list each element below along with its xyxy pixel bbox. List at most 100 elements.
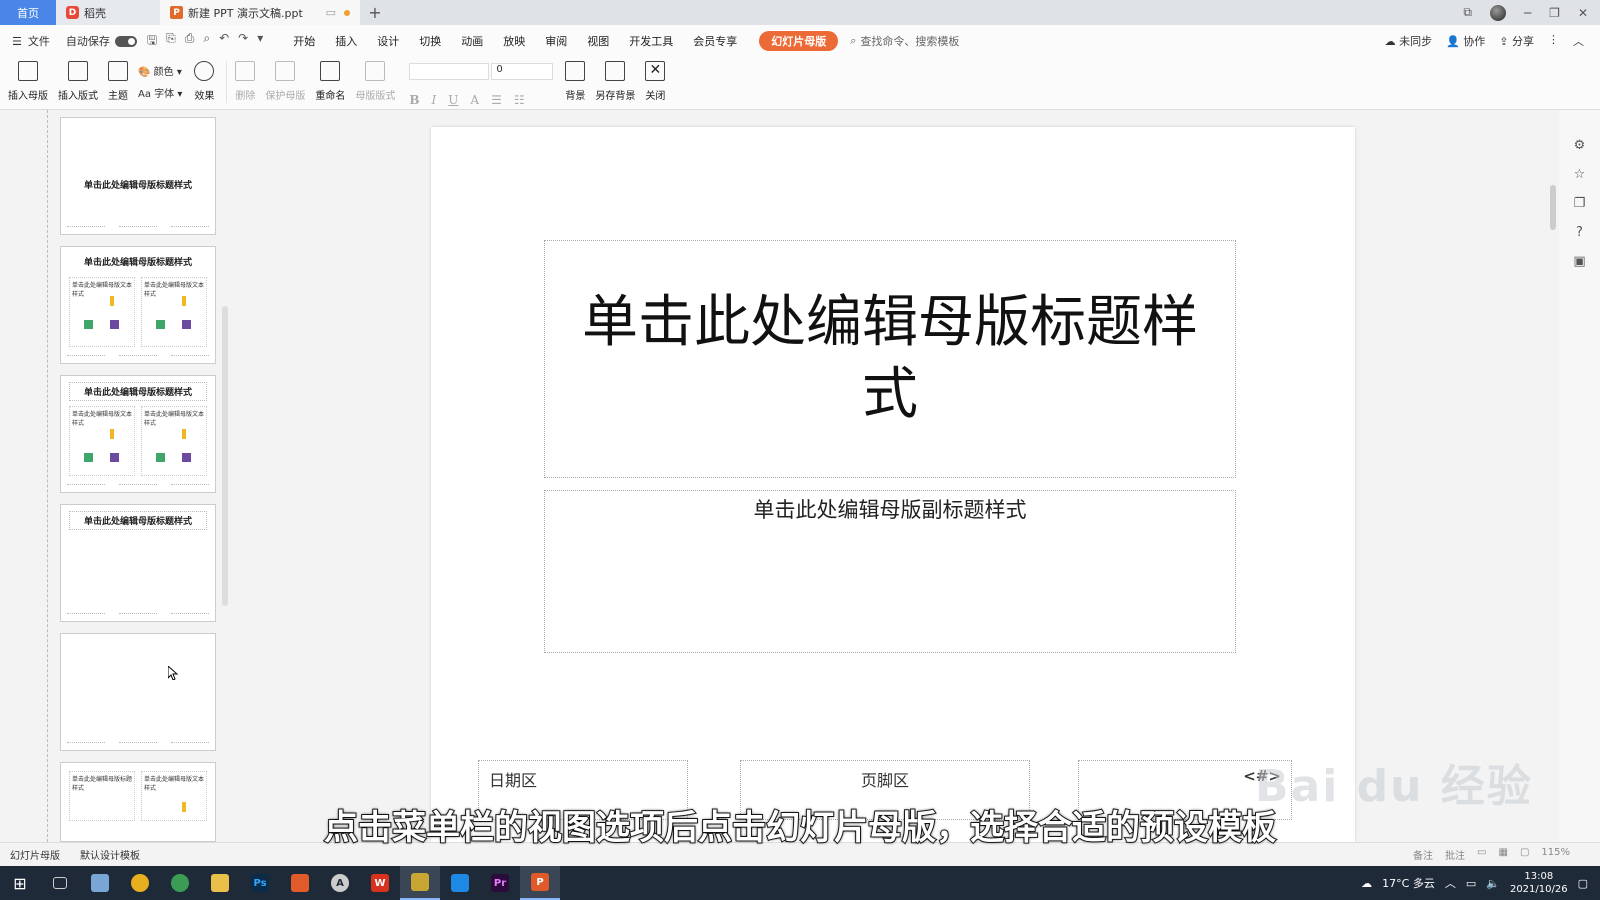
thumbnail-layout-3[interactable]: 单击此处编辑母版标题样式 单击此处编辑母版文本样式 单击此处编辑母版文本样式 bbox=[60, 375, 216, 493]
autosave[interactable]: 自动保存 bbox=[66, 33, 137, 49]
menu-slide-master[interactable]: 幻灯片母版 bbox=[759, 31, 839, 51]
tray-expand-icon[interactable]: ︿ bbox=[1445, 875, 1456, 891]
command-search[interactable]: ⌕ 查找命令、搜索模板 bbox=[850, 33, 959, 49]
autosave-toggle[interactable] bbox=[114, 35, 137, 47]
close-window-button[interactable]: ✕ bbox=[1578, 6, 1588, 20]
thumbnail-master[interactable]: 单击此处编辑母版标题样式 bbox=[60, 117, 216, 235]
task-view-icon[interactable] bbox=[40, 866, 80, 900]
share-button[interactable]: ⇪ 分享 bbox=[1499, 33, 1534, 49]
app-icon-clapper[interactable] bbox=[400, 866, 440, 900]
print-preview-icon[interactable]: ⌕ bbox=[203, 31, 210, 52]
font-color-button[interactable]: A bbox=[470, 93, 479, 107]
notes-button[interactable]: 备注 bbox=[1413, 847, 1433, 862]
more-icon[interactable]: ⋮ bbox=[1548, 33, 1559, 49]
photoshop-icon[interactable]: Ps bbox=[240, 866, 280, 900]
wps-presentation-icon[interactable]: P bbox=[520, 866, 560, 900]
image-icon[interactable]: ▣ bbox=[1573, 254, 1585, 269]
avatar[interactable] bbox=[1489, 4, 1506, 21]
insert-layout-button[interactable]: 插入版式 bbox=[58, 61, 98, 102]
comments-button[interactable]: 批注 bbox=[1445, 847, 1465, 862]
file-explorer-icon[interactable] bbox=[200, 866, 240, 900]
adjust-icon[interactable]: ⚙ bbox=[1574, 138, 1586, 153]
tab-preview-icon[interactable]: ▭ bbox=[326, 6, 336, 19]
menu-member[interactable]: 会员专享 bbox=[683, 33, 747, 49]
thumbnail-title-only[interactable]: 单击此处编辑母版标题样式 bbox=[60, 504, 216, 622]
sync-button[interactable]: ☁ 未同步 bbox=[1385, 33, 1433, 49]
help-icon[interactable]: ? bbox=[1576, 225, 1583, 240]
app-icon-office[interactable] bbox=[280, 866, 320, 900]
clock[interactable]: 13:08 2021/10/26 bbox=[1510, 870, 1568, 896]
thumbnail-scroll-thumb[interactable] bbox=[222, 306, 228, 606]
menu-design[interactable]: 设计 bbox=[367, 33, 409, 49]
tab-home[interactable]: 首页 bbox=[0, 0, 56, 25]
bold-button[interactable]: B bbox=[409, 93, 419, 107]
slide[interactable]: 单击此处编辑母版标题样式 单击此处编辑母版副标题样式 日期区 页脚区 <#> bbox=[431, 127, 1355, 842]
chrome-icon[interactable] bbox=[120, 866, 160, 900]
menu-transition[interactable]: 切换 bbox=[409, 33, 451, 49]
windows-start-icon[interactable]: ⊞ bbox=[0, 866, 40, 900]
menu-animation[interactable]: 动画 bbox=[451, 33, 493, 49]
subtitle-placeholder[interactable]: 单击此处编辑母版副标题样式 bbox=[544, 490, 1236, 653]
tab-daoke[interactable]: D 稻壳 bbox=[56, 0, 160, 25]
sorter-view-icon[interactable]: ▦ bbox=[1499, 847, 1508, 862]
menu-insert[interactable]: 插入 bbox=[325, 33, 367, 49]
app-icon-1[interactable] bbox=[80, 866, 120, 900]
font-family-select[interactable] bbox=[409, 63, 490, 80]
new-tab-button[interactable]: + bbox=[360, 0, 390, 25]
wps-icon[interactable]: W bbox=[360, 866, 400, 900]
premiere-icon[interactable]: Pr bbox=[480, 866, 520, 900]
font-button[interactable]: Aa 字体 ▾ bbox=[138, 85, 182, 100]
menu-review[interactable]: 审阅 bbox=[535, 33, 577, 49]
effect-button[interactable]: 效果 bbox=[194, 61, 215, 102]
weather-text[interactable]: 17°C 多云 bbox=[1382, 875, 1435, 891]
chrome-icon-2[interactable] bbox=[160, 866, 200, 900]
font-size-select[interactable]: 0 bbox=[491, 63, 554, 80]
collapse-ribbon-icon[interactable]: ︿ bbox=[1573, 33, 1584, 49]
thumbnail-layout-6[interactable]: 单击此处编辑母版标题样式 单击此处编辑母版文本样式 bbox=[60, 762, 216, 842]
redo-icon[interactable]: ↷ bbox=[238, 31, 248, 52]
protect-master-button[interactable]: 保护母版 bbox=[265, 61, 305, 102]
normal-view-icon[interactable]: ▭ bbox=[1477, 847, 1486, 862]
undo-icon[interactable]: ↶ bbox=[219, 31, 229, 52]
network-icon[interactable]: ▭ bbox=[1466, 877, 1476, 890]
thumbnail-blank[interactable] bbox=[60, 633, 216, 751]
menu-developer[interactable]: 开发工具 bbox=[619, 33, 683, 49]
menu-slideshow[interactable]: 放映 bbox=[493, 33, 535, 49]
app-icon-blue[interactable] bbox=[440, 866, 480, 900]
notification-icon[interactable]: ▢ bbox=[1578, 877, 1588, 890]
zoom-level[interactable]: 115% bbox=[1541, 847, 1570, 862]
underline-button[interactable]: U bbox=[448, 93, 458, 107]
rename-button[interactable]: 重命名 bbox=[315, 61, 345, 102]
pin-icon[interactable]: ☆ bbox=[1574, 167, 1586, 182]
delete-button[interactable]: 删除 bbox=[235, 61, 256, 102]
theme-button[interactable]: 主题 bbox=[108, 61, 128, 102]
collaborate-button[interactable]: 👤 协作 bbox=[1446, 33, 1485, 49]
layout-icon[interactable]: ⧉ bbox=[1463, 5, 1472, 20]
print-icon[interactable]: ⎙ bbox=[185, 31, 195, 52]
menu-start[interactable]: 开始 bbox=[283, 33, 325, 49]
minimize-button[interactable]: ─ bbox=[1524, 6, 1531, 20]
volume-icon[interactable]: 🔈 bbox=[1486, 877, 1500, 890]
color-button[interactable]: 🎨 颜色 ▾ bbox=[138, 63, 182, 78]
master-layout-button[interactable]: 母版版式 bbox=[355, 61, 395, 102]
canvas-scroll-thumb[interactable] bbox=[1550, 185, 1556, 230]
numbered-list-icon[interactable]: ☷ bbox=[514, 93, 525, 107]
thumbnail-scrollbar[interactable] bbox=[221, 116, 229, 841]
restore-button[interactable]: ❐ bbox=[1549, 6, 1560, 20]
background-button[interactable]: 背景 bbox=[565, 61, 586, 102]
title-placeholder[interactable]: 单击此处编辑母版标题样式 bbox=[544, 240, 1236, 478]
save-icon[interactable]: 🖫 bbox=[147, 31, 157, 52]
canvas-scrollbar[interactable] bbox=[1547, 110, 1559, 842]
thumbnail-layout-2[interactable]: 单击此处编辑母版标题样式 单击此处编辑母版文本样式 单击此处编辑母版文本样式 bbox=[60, 246, 216, 364]
italic-button[interactable]: I bbox=[432, 93, 437, 107]
file-menu[interactable]: ☰ 文件 bbox=[12, 33, 50, 49]
tab-document[interactable]: P 新建 PPT 演示文稿.ppt ▭ bbox=[160, 0, 360, 25]
weather-icon[interactable]: ☁ bbox=[1361, 877, 1372, 890]
copy-icon[interactable]: ❐ bbox=[1574, 196, 1586, 211]
bullet-list-icon[interactable]: ☰ bbox=[491, 93, 502, 107]
customize-dropdown-icon[interactable]: ▾ bbox=[257, 31, 263, 52]
app-icon-a[interactable]: A bbox=[320, 866, 360, 900]
close-master-button[interactable]: ✕ 关闭 bbox=[645, 61, 666, 102]
reading-view-icon[interactable]: ▢ bbox=[1520, 847, 1529, 862]
insert-master-button[interactable]: 插入母版 bbox=[8, 61, 48, 102]
